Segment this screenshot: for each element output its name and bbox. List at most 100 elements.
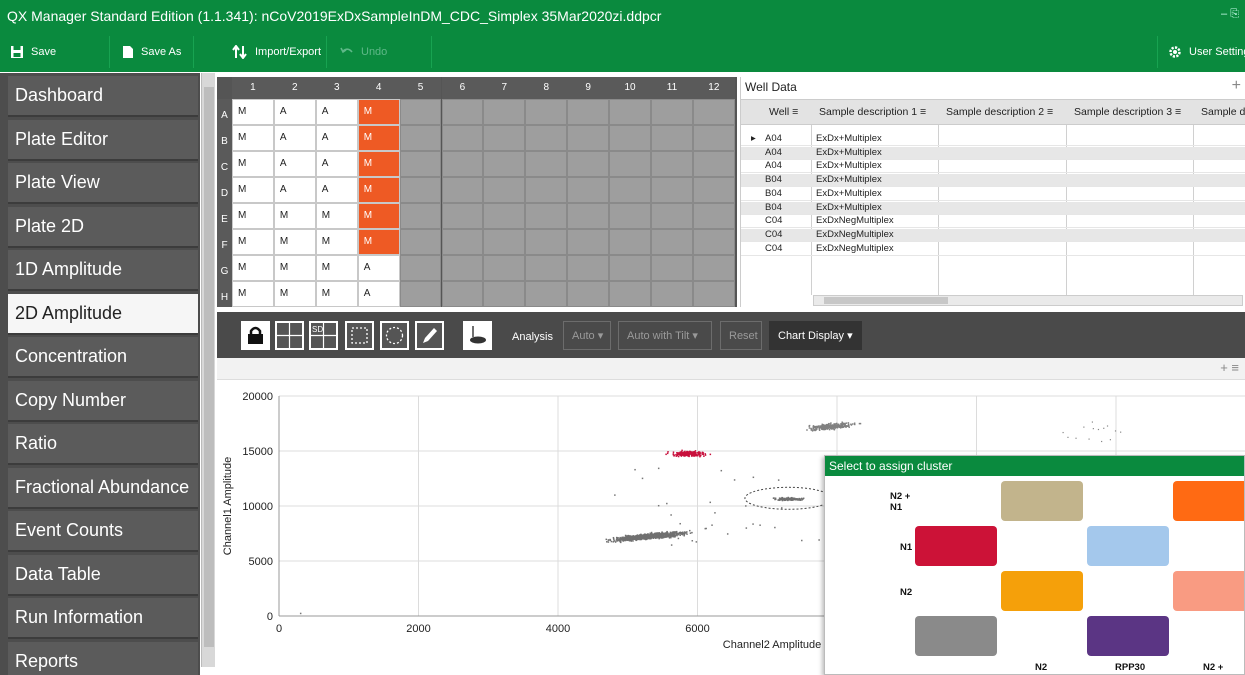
sidebar-item-fractional-abundance[interactable]: Fractional Abundance bbox=[8, 467, 198, 509]
plate-well[interactable] bbox=[483, 177, 526, 203]
plate-row-header[interactable]: E bbox=[217, 203, 232, 229]
plate-column-header[interactable]: 10 bbox=[609, 77, 651, 99]
plate-well[interactable] bbox=[567, 203, 610, 229]
plate-well[interactable] bbox=[399, 151, 442, 177]
cluster-swatch[interactable] bbox=[1173, 481, 1244, 521]
draw-button[interactable] bbox=[415, 321, 444, 350]
plate-well[interactable]: A bbox=[273, 125, 316, 151]
plate-well[interactable] bbox=[692, 203, 735, 229]
lock-button[interactable] bbox=[241, 321, 270, 350]
plate-well[interactable] bbox=[609, 255, 651, 281]
plate-well[interactable] bbox=[525, 281, 568, 307]
cluster-swatch[interactable] bbox=[915, 526, 997, 566]
well-data-scrollbar[interactable] bbox=[813, 295, 1243, 306]
scrollbar-thumb[interactable] bbox=[204, 87, 214, 647]
scrollbar-thumb[interactable] bbox=[824, 297, 948, 304]
eraser-button[interactable] bbox=[463, 321, 492, 350]
add-icon[interactable]: + bbox=[1232, 77, 1241, 95]
sidebar-item-copy-number[interactable]: Copy Number bbox=[8, 380, 198, 422]
plate-well[interactable] bbox=[483, 229, 526, 255]
plate-well[interactable] bbox=[567, 99, 610, 125]
chart-display-dropdown[interactable]: Chart Display ▾ bbox=[769, 321, 862, 350]
plate-well[interactable] bbox=[609, 203, 651, 229]
plate-well[interactable] bbox=[441, 99, 484, 125]
plate-well[interactable] bbox=[651, 229, 693, 255]
plate-well[interactable] bbox=[651, 203, 693, 229]
well-data-column-header[interactable]: Sample description 2 ≡ bbox=[946, 106, 1053, 118]
plate-well[interactable]: A bbox=[273, 151, 316, 177]
plate-well[interactable] bbox=[692, 255, 735, 281]
undo-button[interactable]: Undo bbox=[330, 36, 432, 68]
plate-well[interactable] bbox=[609, 177, 651, 203]
plate-well[interactable] bbox=[399, 255, 442, 281]
plate-column-header[interactable]: 1 bbox=[232, 77, 274, 99]
plate-well[interactable]: M bbox=[357, 203, 400, 229]
plate-well[interactable]: M bbox=[273, 229, 316, 255]
plate-well[interactable] bbox=[651, 99, 693, 125]
reset-button[interactable]: Reset bbox=[720, 321, 762, 350]
plate-well[interactable]: M bbox=[315, 203, 358, 229]
plate-well[interactable] bbox=[567, 125, 610, 151]
plate-column-header[interactable]: 8 bbox=[525, 77, 568, 99]
save-as-button[interactable]: Save As bbox=[112, 36, 194, 68]
plate-well[interactable]: M bbox=[232, 177, 274, 203]
plate-well[interactable] bbox=[567, 177, 610, 203]
plate-well[interactable]: A bbox=[315, 99, 358, 125]
plate-well[interactable] bbox=[525, 229, 568, 255]
chart-menu-icon[interactable]: + ≡ bbox=[1220, 360, 1239, 375]
plate-well[interactable] bbox=[525, 125, 568, 151]
plate-well[interactable] bbox=[441, 229, 484, 255]
plate-well[interactable] bbox=[483, 255, 526, 281]
plate-well[interactable]: M bbox=[357, 229, 400, 255]
plate-row-header[interactable]: G bbox=[217, 255, 232, 281]
plate-well[interactable] bbox=[525, 255, 568, 281]
sidebar-item-event-counts[interactable]: Event Counts bbox=[8, 511, 198, 552]
plate-well[interactable]: M bbox=[232, 203, 274, 229]
table-row[interactable]: C04 ExDxNegMultiplex bbox=[741, 215, 1245, 229]
plate-well[interactable]: M bbox=[357, 125, 400, 151]
cluster-swatch[interactable] bbox=[915, 616, 997, 656]
plate-well[interactable] bbox=[525, 99, 568, 125]
plate-column-header[interactable]: 6 bbox=[441, 77, 484, 99]
plate-well[interactable] bbox=[525, 203, 568, 229]
save-button[interactable]: Save bbox=[0, 36, 110, 68]
plate-well[interactable]: A bbox=[315, 151, 358, 177]
plate-well[interactable]: M bbox=[273, 255, 316, 281]
plate-well[interactable] bbox=[483, 203, 526, 229]
plate-well[interactable]: M bbox=[357, 151, 400, 177]
table-row[interactable]: B04 ExDx+Multiplex bbox=[741, 188, 1245, 201]
table-row[interactable]: B04 ExDx+Multiplex bbox=[741, 201, 1245, 215]
plate-well[interactable] bbox=[525, 177, 568, 203]
well-data-column-header[interactable]: Sample description 1 ≡ bbox=[819, 106, 926, 118]
auto-dropdown[interactable]: Auto ▾ bbox=[563, 321, 611, 350]
plate-row-header[interactable]: A bbox=[217, 99, 232, 125]
plate-well[interactable]: M bbox=[232, 255, 274, 281]
plate-well[interactable] bbox=[651, 281, 693, 307]
plate-well[interactable] bbox=[483, 99, 526, 125]
plate-well[interactable]: M bbox=[232, 229, 274, 255]
table-row[interactable]: A04 ExDx+Multiplex bbox=[741, 146, 1245, 160]
plate-column-header[interactable]: 2 bbox=[273, 77, 316, 99]
plate-well[interactable] bbox=[567, 281, 610, 307]
table-row[interactable]: ▸ A04 ExDx+Multiplex bbox=[741, 133, 1245, 146]
plate-well[interactable]: M bbox=[315, 281, 358, 307]
cluster-swatch[interactable] bbox=[1001, 571, 1083, 611]
plate-well[interactable]: A bbox=[357, 255, 400, 281]
plate-column-header[interactable]: 5 bbox=[399, 77, 442, 99]
table-row[interactable]: C04 ExDxNegMultiplex bbox=[741, 228, 1245, 242]
auto-with-tilt-dropdown[interactable]: Auto with Tilt ▾ bbox=[618, 321, 712, 350]
ellipse-select-button[interactable] bbox=[380, 321, 409, 350]
plate-well[interactable] bbox=[399, 125, 442, 151]
plate-well[interactable] bbox=[567, 229, 610, 255]
plate-well[interactable] bbox=[441, 281, 484, 307]
well-data-column-header[interactable]: Sample description 3 ≡ bbox=[1074, 106, 1181, 118]
plate-well[interactable] bbox=[399, 281, 442, 307]
user-settings-button[interactable]: User Settings bbox=[1157, 36, 1245, 68]
plate-well[interactable] bbox=[692, 151, 735, 177]
plate-well[interactable]: M bbox=[273, 281, 316, 307]
plate-well[interactable] bbox=[483, 281, 526, 307]
plate-well[interactable] bbox=[441, 177, 484, 203]
plate-well[interactable] bbox=[525, 151, 568, 177]
plate-well[interactable]: M bbox=[232, 99, 274, 125]
window-controls[interactable]: – ⎘ bbox=[1221, 8, 1239, 21]
